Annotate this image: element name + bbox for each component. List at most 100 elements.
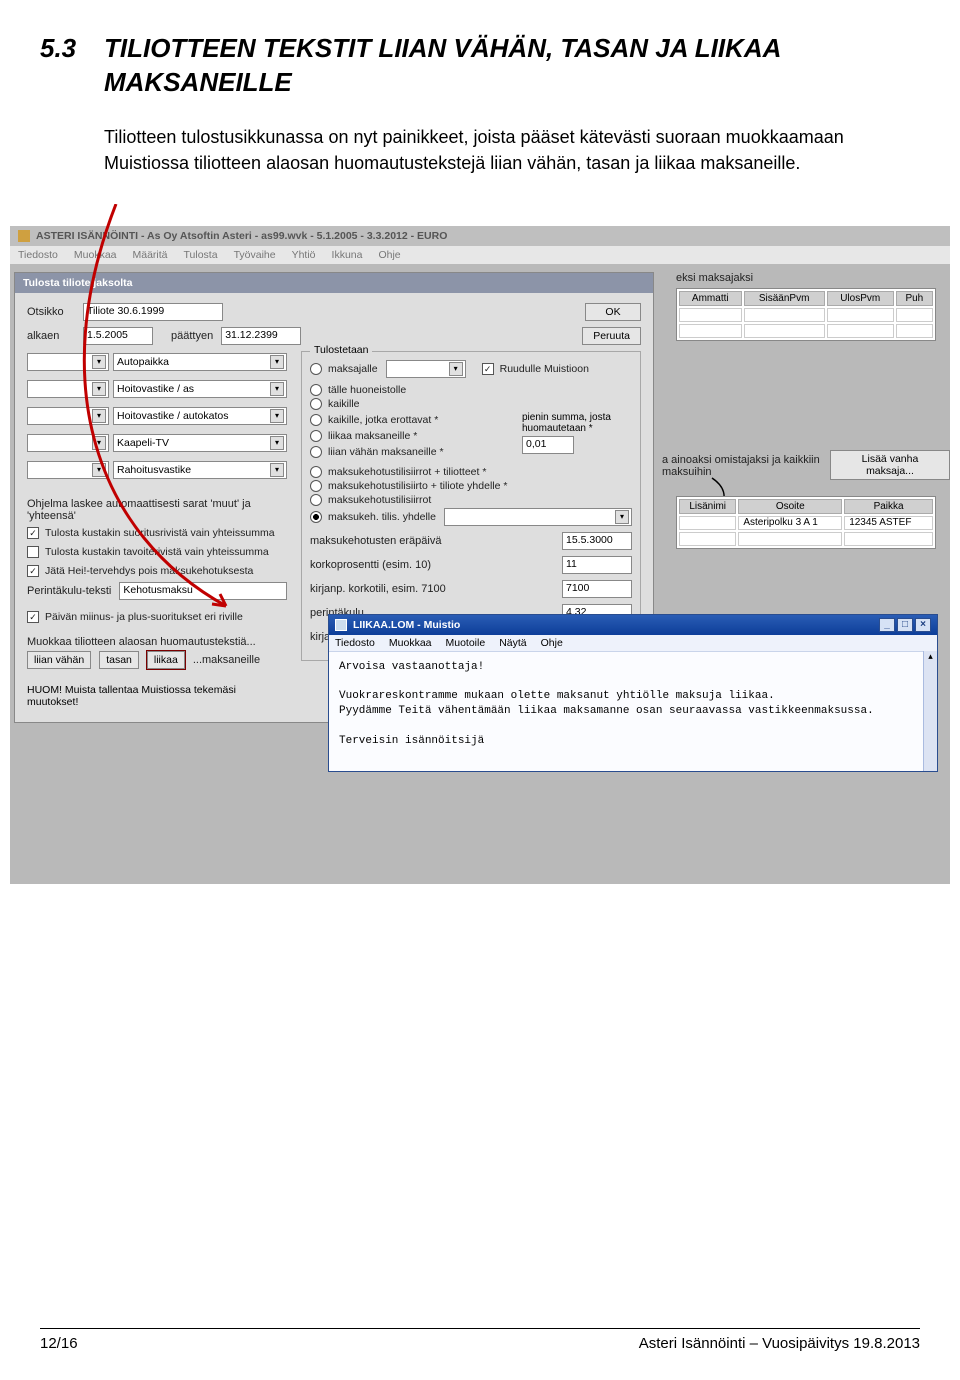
cancel-button[interactable]: Peruuta [582, 327, 641, 345]
yhdelle-combo[interactable]: ▾ [444, 508, 632, 526]
notepad-menubar[interactable]: Tiedosto Muokkaa Muotoile Näytä Ohje [329, 635, 937, 651]
input-korko[interactable]: 11 [562, 556, 632, 574]
close-icon[interactable]: × [915, 618, 931, 632]
radio-maksajalle[interactable]: maksajalle [310, 363, 378, 375]
radio-huoneisto[interactable]: tälle huoneistolle [310, 384, 632, 396]
radio-label: kaikille [328, 398, 360, 410]
input-otsikko[interactable]: Tiliote 30.6.1999 [83, 303, 223, 321]
radio-label: liikaa maksaneille * [328, 430, 417, 442]
radio-label: maksukehotustilisiirrot [328, 494, 431, 506]
scroll-up-icon[interactable]: ▴ [924, 651, 937, 665]
combo-left[interactable]: ▾ [27, 434, 109, 452]
combo-row[interactable]: Hoitovastike / autokatos ▾ [113, 407, 287, 425]
check-hei[interactable]: Jätä Hei!-tervehdys pois maksukehotukses… [27, 565, 287, 577]
radio-kaikille[interactable]: kaikille [310, 398, 632, 410]
combo-left[interactable]: ▾ [27, 407, 109, 425]
chevron-down-icon: ▾ [270, 463, 284, 477]
radio-r10[interactable]: maksukeh. tilis. yhdelle [310, 511, 436, 523]
menu-item[interactable]: Määritä [133, 249, 168, 261]
maximize-icon[interactable]: □ [897, 618, 913, 632]
footer-left: 12/16 [40, 1335, 78, 1352]
radio-erottavat[interactable]: kaikille, jotka erottavat * [310, 414, 514, 426]
ok-button[interactable]: OK [585, 303, 641, 321]
col: Paikka [844, 499, 933, 514]
combo-left[interactable]: ▾ [27, 461, 109, 479]
col: Lisänimi [679, 499, 736, 514]
menu-item[interactable]: Ohje [378, 249, 400, 261]
lbl-korko: korkoprosentti (esim. 10) [310, 559, 554, 571]
chevron-down-icon: ▾ [92, 436, 106, 450]
input-korkotili[interactable]: 7100 [562, 580, 632, 598]
menu-item[interactable]: Tulosta [184, 249, 218, 261]
combo-value: Autopaikka [117, 356, 169, 368]
check-suoritus[interactable]: Tulosta kustakin suoritusrivistä vain yh… [27, 527, 287, 539]
edit-label: Muokkaa tiliotteen alaosan huomautusteks… [27, 636, 287, 648]
np-line: Vuokrareskontramme mukaan olette maksanu… [339, 690, 775, 702]
np-menu-item[interactable]: Muotoile [446, 637, 486, 649]
table-row[interactable]: Asteripolku 3 A 1 12345 ASTEF [679, 516, 933, 530]
np-menu-item[interactable]: Näytä [499, 637, 526, 649]
right-midtext: a ainoaksi omistajaksi ja kaikkiin maksu… [662, 454, 832, 478]
check-label: Jätä Hei!-tervehdys pois maksukehotukses… [45, 565, 253, 577]
combo-row[interactable]: Rahoitusvastike▾ [113, 461, 287, 479]
btn-add-old-payer[interactable]: Lisää vanha maksaja... [830, 450, 950, 480]
np-menu-item[interactable]: Tiedosto [335, 637, 375, 649]
combo-row[interactable]: Hoitovastike / as▾ [113, 380, 287, 398]
menu-item[interactable]: Muokkaa [74, 249, 117, 261]
maksaja-combo[interactable]: ▾ [386, 360, 466, 378]
pienin-l2: huomautetaan * [522, 423, 632, 434]
label-otsikko: Otsikko [27, 306, 75, 318]
input-paattyen[interactable]: 31.12.2399 [221, 327, 301, 345]
menu-item[interactable]: Yhtiö [292, 249, 316, 261]
table-row[interactable] [679, 308, 933, 322]
radio-label: kaikille, jotka erottavat * [328, 414, 438, 426]
notepad-title: LIIKAA.LOM - Muistio [353, 619, 460, 631]
radio-label: maksukehotustilisiirto + tiliote yhdelle… [328, 480, 507, 492]
radio-r9[interactable]: maksukehotustilisiirrot [310, 494, 632, 506]
combo-value: Hoitovastike / autokatos [117, 410, 228, 422]
combo-row[interactable]: Kaapeli-TV▾ [113, 434, 287, 452]
chevron-down-icon: ▾ [615, 510, 629, 524]
combo-value: Kaapeli-TV [117, 437, 169, 449]
input-perintakulu[interactable]: Kehotusmaksu [119, 582, 287, 600]
btn-tasan[interactable]: tasan [99, 651, 139, 669]
menu-item[interactable]: Työvaihe [234, 249, 276, 261]
radio-r8[interactable]: maksukehotustilisiirto + tiliote yhdelle… [310, 480, 632, 492]
input-epv[interactable]: 15.5.3000 [562, 532, 632, 550]
radio-r7[interactable]: maksukehotustilisiirrot + tiliotteet * [310, 466, 632, 478]
check-paivan[interactable]: Päivän miinus- ja plus-suoritukset eri r… [27, 611, 287, 623]
radio-liikaa[interactable]: liikaa maksaneille * [310, 430, 514, 442]
chevron-down-icon: ▾ [270, 409, 284, 423]
combo-row[interactable]: Autopaikka ▾ [113, 353, 287, 371]
input-pienin[interactable]: 0,01 [522, 436, 574, 454]
menu-item[interactable]: Tiedosto [18, 249, 58, 261]
combo-left[interactable]: ▾ [27, 353, 109, 371]
dialog-title: Tulosta tiliote jaksolta [15, 273, 653, 293]
label-alkaen: alkaen [27, 330, 75, 342]
lbl-epv: maksukehotusten eräpäivä [310, 535, 554, 547]
check-tavoite[interactable]: Tulosta kustakin tavoiterivistä vain yht… [27, 546, 287, 558]
btn-liian-vahan[interactable]: liian vähän [27, 651, 91, 669]
notepad-scrollbar[interactable]: ▴ [923, 651, 937, 771]
input-alkaen[interactable]: 1.5.2005 [83, 327, 153, 345]
chevron-down-icon: ▾ [449, 362, 463, 376]
btn-suffix: ...maksaneille [193, 654, 260, 666]
table-row[interactable] [679, 532, 933, 546]
page-footer: 12/16 Asteri Isännöinti – Vuosipäivitys … [40, 1328, 920, 1352]
chevron-down-icon: ▾ [270, 355, 284, 369]
np-menu-item[interactable]: Muokkaa [389, 637, 432, 649]
btn-liikaa[interactable]: liikaa [147, 651, 185, 669]
section-number: 5.3 [40, 32, 104, 66]
radio-label: tälle huoneistolle [328, 384, 406, 396]
col: SisäänPvm [744, 291, 825, 306]
radio-vahan[interactable]: liian vähän maksaneille * [310, 446, 514, 458]
np-menu-item[interactable]: Ohje [541, 637, 563, 649]
notepad-body[interactable]: Arvoisa vastaanottaja! Vuokrareskontramm… [329, 651, 923, 771]
check-muistioon[interactable]: Ruudulle Muistioon [482, 363, 589, 375]
radio-label: maksukeh. tilis. yhdelle [328, 511, 436, 523]
app-menubar[interactable]: Tiedosto Muokkaa Määritä Tulosta Työvaih… [10, 246, 950, 264]
menu-item[interactable]: Ikkuna [332, 249, 363, 261]
combo-left[interactable]: ▾ [27, 380, 109, 398]
minimize-icon[interactable]: _ [879, 618, 895, 632]
table-row[interactable] [679, 324, 933, 338]
